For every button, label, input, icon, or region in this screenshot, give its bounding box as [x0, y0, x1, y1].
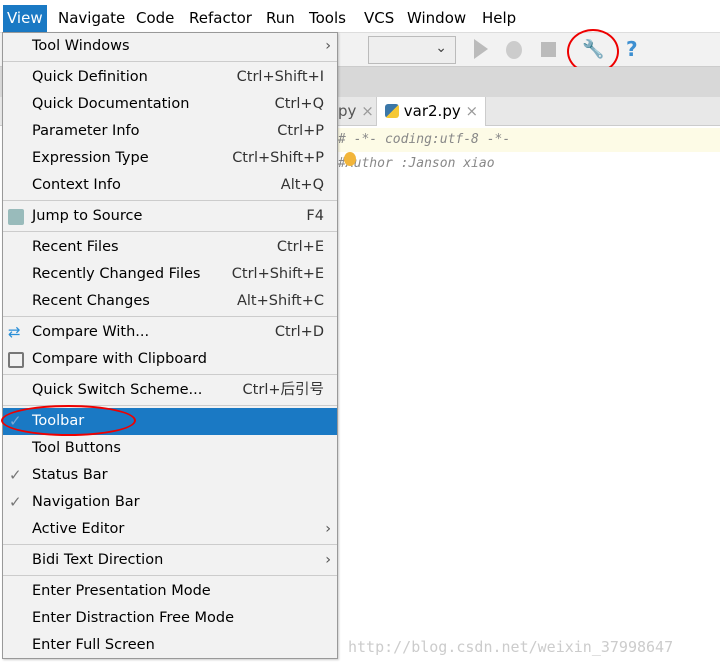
- menu-item-compare-with[interactable]: ⇄ Compare With... Ctrl+D: [3, 319, 337, 346]
- menu-item-recent-files[interactable]: Recent Files Ctrl+E: [3, 234, 337, 261]
- menu-item-navigation-bar[interactable]: ✓ Navigation Bar: [3, 489, 337, 516]
- close-icon[interactable]: ×: [466, 102, 479, 120]
- menu-item-presentation-mode[interactable]: Enter Presentation Mode: [3, 578, 337, 605]
- chevron-right-icon: ›: [325, 38, 331, 54]
- run-icon[interactable]: [474, 39, 488, 59]
- highlight-ellipse: [1, 405, 136, 436]
- code-line-2: #Author :Janson xiao: [338, 156, 495, 171]
- tab-partial[interactable]: py ×: [338, 97, 374, 126]
- help-icon[interactable]: ?: [626, 37, 638, 61]
- menu-item-quick-switch-scheme[interactable]: Quick Switch Scheme... Ctrl+后引号: [3, 377, 337, 404]
- menu-window[interactable]: Window: [403, 5, 470, 32]
- menu-tools[interactable]: Tools: [305, 5, 350, 32]
- menu-item-parameter-info[interactable]: Parameter Info Ctrl+P: [3, 118, 337, 145]
- menu-code[interactable]: Code: [132, 5, 178, 32]
- python-file-icon: [385, 104, 399, 118]
- menu-item-tool-windows[interactable]: Tool Windows ›: [3, 33, 337, 60]
- menu-help[interactable]: Help: [478, 5, 520, 32]
- menu-item-compare-clipboard[interactable]: Compare with Clipboard: [3, 346, 337, 373]
- lightbulb-icon[interactable]: [344, 152, 356, 166]
- clipboard-compare-icon: [8, 352, 24, 368]
- menu-item-jump-to-source[interactable]: Jump to Source F4: [3, 203, 337, 230]
- check-icon: ✓: [9, 466, 22, 484]
- menu-navigate[interactable]: Navigate: [54, 5, 129, 32]
- menu-item-bidi-text-direction[interactable]: Bidi Text Direction ›: [3, 547, 337, 574]
- compare-arrows-icon: ⇄: [8, 323, 21, 341]
- menu-item-expression-type[interactable]: Expression Type Ctrl+Shift+P: [3, 145, 337, 172]
- menu-item-active-editor[interactable]: Active Editor ›: [3, 516, 337, 543]
- menu-item-full-screen[interactable]: Enter Full Screen: [3, 632, 337, 659]
- menu-bar: View Navigate Code Refactor Run Tools VC…: [0, 0, 720, 33]
- menu-item-context-info[interactable]: Context Info Alt+Q: [3, 172, 337, 199]
- code-line-1: # -*- coding:utf-8 -*-: [338, 132, 511, 147]
- watermark: http://blog.csdn.net/weixin_37998647: [348, 638, 674, 656]
- menu-item-quick-documentation[interactable]: Quick Documentation Ctrl+Q: [3, 91, 337, 118]
- menu-item-status-bar[interactable]: ✓ Status Bar: [3, 462, 337, 489]
- menu-item-tool-buttons[interactable]: Tool Buttons: [3, 435, 337, 462]
- menu-refactor[interactable]: Refactor: [185, 5, 256, 32]
- menu-vcs[interactable]: VCS: [360, 5, 398, 32]
- stop-icon[interactable]: [541, 42, 556, 57]
- menu-item-quick-definition[interactable]: Quick Definition Ctrl+Shift+I: [3, 64, 337, 91]
- chevron-right-icon: ›: [325, 552, 331, 568]
- view-menu-dropdown: Tool Windows › Quick Definition Ctrl+Shift…: [2, 32, 338, 659]
- debug-icon[interactable]: [506, 41, 522, 59]
- menu-view[interactable]: View: [3, 5, 47, 32]
- close-icon[interactable]: ×: [361, 102, 374, 120]
- tab-var2[interactable]: var2.py ×: [376, 97, 486, 126]
- check-icon: ✓: [9, 493, 22, 511]
- chevron-down-icon: ⌄: [435, 40, 447, 56]
- run-config-dropdown[interactable]: ⌄: [368, 36, 456, 64]
- menu-run[interactable]: Run: [262, 5, 299, 32]
- chevron-right-icon: ›: [325, 521, 331, 537]
- menu-item-recent-changes[interactable]: Recent Changes Alt+Shift+C: [3, 288, 337, 315]
- menu-item-recently-changed-files[interactable]: Recently Changed Files Ctrl+Shift+E: [3, 261, 337, 288]
- edit-source-icon: [8, 209, 24, 225]
- menu-item-distraction-free-mode[interactable]: Enter Distraction Free Mode: [3, 605, 337, 632]
